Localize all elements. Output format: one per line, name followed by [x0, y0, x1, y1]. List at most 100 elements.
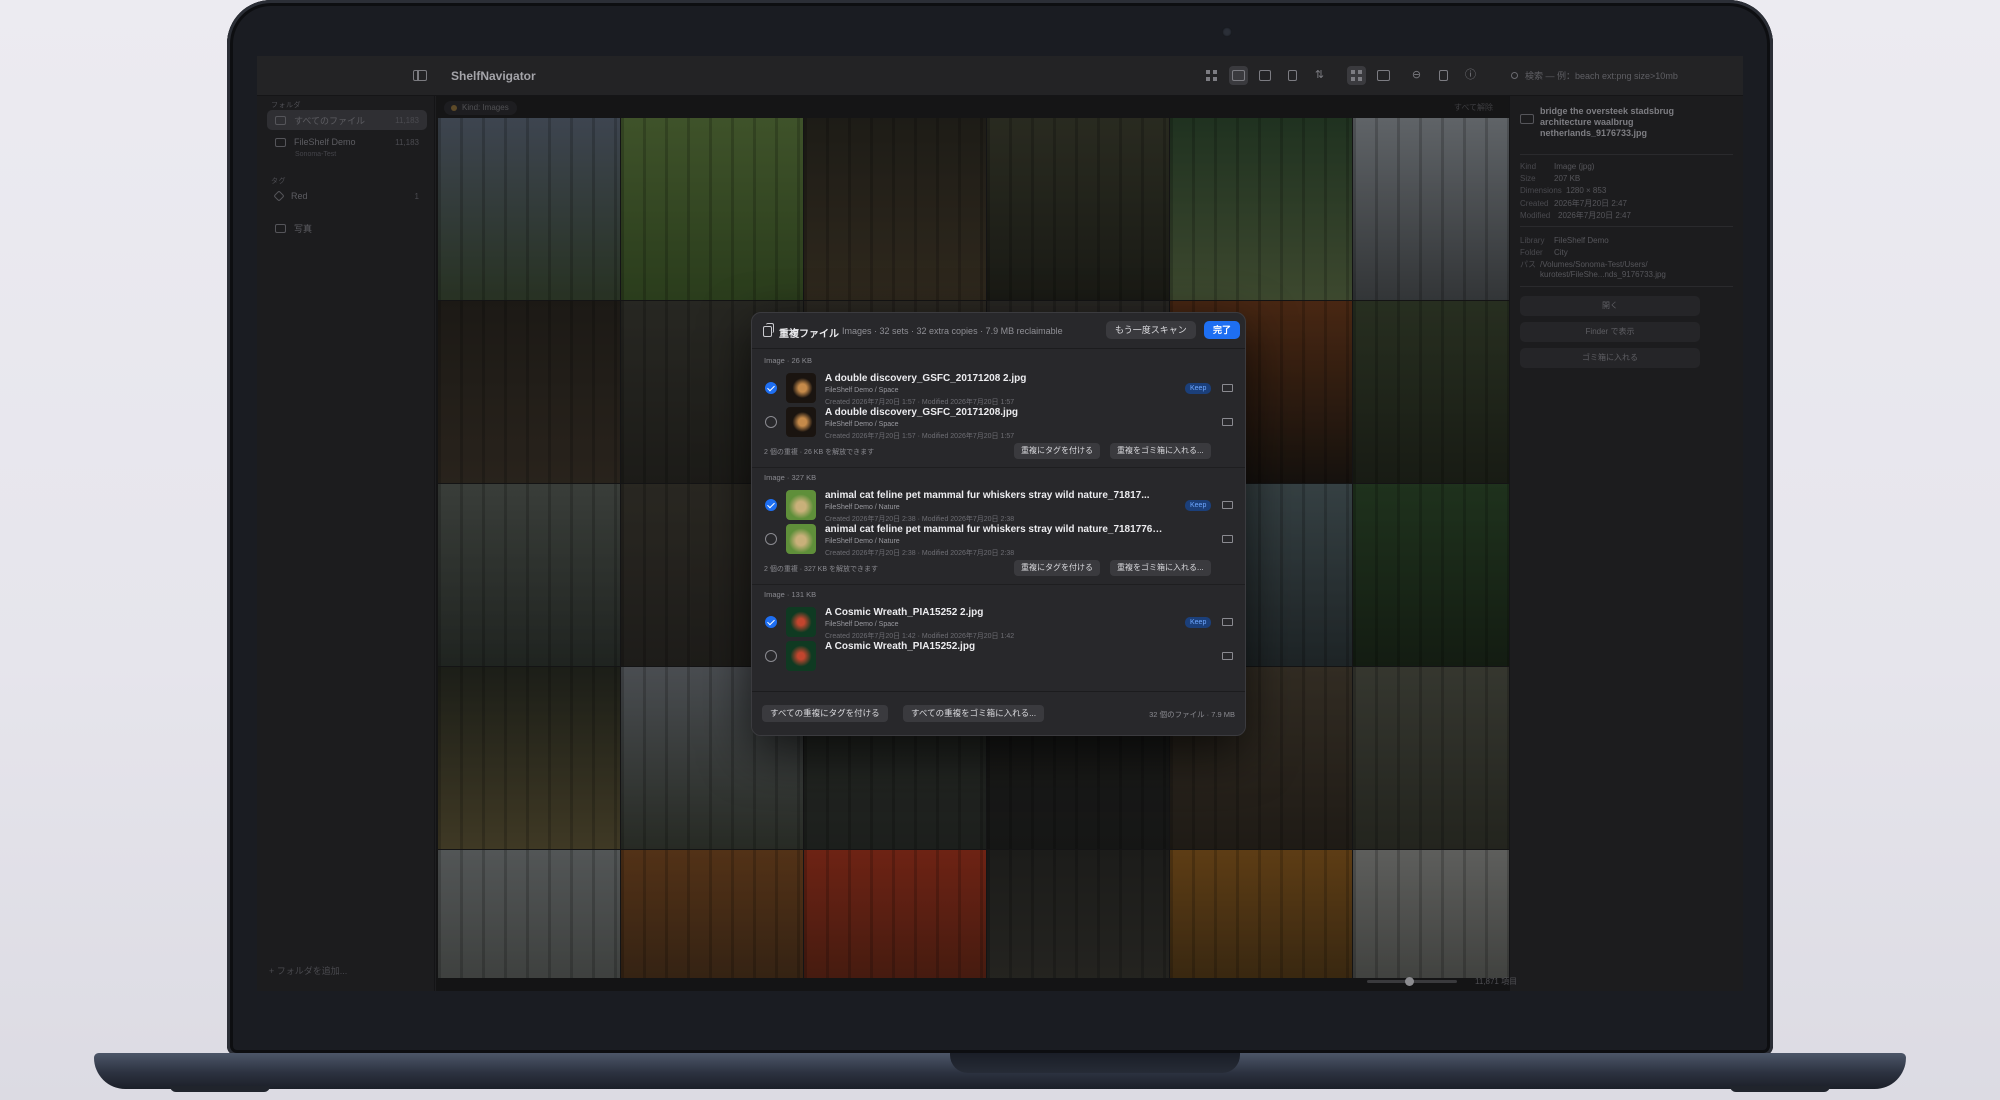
view-mode-controls: ⇅ ⊖ ⓘ — [1202, 66, 1480, 85]
reveal-folder-icon[interactable] — [1222, 384, 1233, 392]
image-view-icon[interactable] — [1229, 66, 1248, 85]
keep-radio[interactable] — [765, 499, 777, 511]
file-thumbnail — [786, 524, 816, 554]
meta-key: Modified — [1520, 211, 1551, 220]
photo-thumbnail[interactable] — [438, 850, 620, 978]
grid-view-icon[interactable] — [1202, 66, 1221, 85]
photo-thumbnail[interactable] — [1170, 118, 1352, 300]
group-reclaim-text: 2 個の重複 · 26 KB を解放できます — [764, 449, 875, 456]
photo-thumbnail[interactable] — [621, 850, 803, 978]
sidebar-toggle-icon[interactable] — [413, 70, 427, 81]
photo-thumbnail[interactable] — [438, 484, 620, 666]
file-thumbnail — [786, 607, 816, 637]
file-thumbnail — [786, 490, 816, 520]
zoom-slider[interactable] — [1367, 977, 1457, 986]
tag-filter-icon[interactable]: ⊖ — [1407, 66, 1426, 85]
meta-key: Dimensions — [1520, 186, 1562, 195]
add-folder-button[interactable]: + フォルダを追加... — [269, 964, 347, 977]
done-button[interactable]: 完了 — [1204, 321, 1241, 339]
trash-duplicates-button[interactable]: 重複をゴミ箱に入れる... — [1110, 560, 1211, 576]
keep-badge: Keep — [1185, 500, 1212, 511]
group-header: Image · 26 KB — [764, 356, 812, 365]
tile-size-icon[interactable] — [1347, 66, 1366, 85]
library-icon — [275, 137, 286, 147]
sidebar-item-all-files[interactable]: すべてのファイル 11,183 — [267, 110, 427, 130]
sidebar-item-label: Red — [291, 191, 308, 201]
clear-filters-button[interactable]: すべて解除 — [1454, 102, 1493, 113]
file-library: FileShelf Demo / Space — [825, 421, 899, 428]
keep-radio[interactable] — [765, 416, 777, 428]
photo-thumbnail[interactable] — [438, 118, 620, 300]
inspector-panel: bridge the oversteek stadsbrug architect… — [1509, 96, 1743, 991]
photo-thumbnail[interactable] — [1353, 667, 1535, 849]
sort-icon[interactable]: ⇅ — [1310, 66, 1329, 85]
keep-radio[interactable] — [765, 533, 777, 545]
keep-radio[interactable] — [765, 382, 777, 394]
reveal-folder-icon[interactable] — [1222, 418, 1233, 426]
photo-thumbnail[interactable] — [1353, 301, 1535, 483]
duplicate-file-row[interactable]: animal cat feline pet mammal fur whisker… — [752, 518, 1245, 560]
search-input[interactable]: 検索 — 例：beach ext:png size>10mb — [1509, 66, 1729, 86]
duplicates-icon[interactable] — [1434, 66, 1453, 85]
photo-thumbnail[interactable] — [1170, 850, 1352, 978]
search-placeholder: 検索 — 例：beach ext:png size>10mb — [1525, 71, 1678, 81]
document-view-icon[interactable] — [1283, 66, 1302, 85]
rescan-button[interactable]: もう一度スキャン — [1106, 321, 1196, 339]
sidebar: フォルダ すべてのファイル 11,183 FileShelf Demo 11,1… — [257, 96, 435, 991]
filmstrip-view-icon[interactable] — [1256, 66, 1275, 85]
toolbar: ShelfNavigator ⇅ ⊖ ⓘ 検索 — 例：beach ext:pn… — [257, 56, 1743, 96]
meta-key: Folder — [1520, 248, 1543, 257]
open-button[interactable]: 開く — [1520, 296, 1700, 316]
keep-radio[interactable] — [765, 650, 777, 662]
item-count: 11,871 項目 — [1475, 977, 1518, 986]
sidebar-item-tag-red[interactable]: Red 1 — [267, 186, 427, 206]
show-in-finder-button[interactable]: Finder で表示 — [1520, 322, 1700, 342]
group-separator — [752, 467, 1245, 468]
duplicates-dialog: 重複ファイル Images · 32 sets · 32 extra copie… — [751, 312, 1246, 736]
reveal-folder-icon[interactable] — [1222, 652, 1233, 660]
photo-thumbnail[interactable] — [1353, 850, 1535, 978]
photo-thumbnail[interactable] — [1353, 118, 1535, 300]
reveal-folder-icon[interactable] — [1222, 535, 1233, 543]
duplicate-file-row[interactable]: A Cosmic Wreath_PIA15252.jpg — [752, 635, 1245, 677]
dialog-footer: すべての重複にタグを付ける すべての重複をゴミ箱に入れる... 32 個のファイ… — [752, 691, 1245, 735]
tag-duplicates-button[interactable]: 重複にタグを付ける — [1014, 443, 1100, 459]
reveal-folder-icon[interactable] — [1222, 618, 1233, 626]
filter-chip-kind[interactable]: Kind: Images — [444, 101, 517, 115]
keep-badge: Keep — [1185, 617, 1212, 628]
keep-radio[interactable] — [765, 616, 777, 628]
photo-thumbnail[interactable] — [621, 118, 803, 300]
file-thumbnail — [786, 641, 816, 671]
divider — [1520, 226, 1733, 227]
meta-value: /Volumes/Sonoma-Test/Users/ kurotest/Fil… — [1540, 260, 1666, 279]
photo-thumbnail[interactable] — [438, 301, 620, 483]
stack-icon[interactable] — [1374, 66, 1393, 85]
move-to-trash-button[interactable]: ゴミ箱に入れる — [1520, 348, 1700, 368]
meta-library: Library FileShelf Demo — [1520, 236, 1609, 245]
photo-thumbnail[interactable] — [987, 850, 1169, 978]
reveal-folder-icon[interactable] — [1222, 501, 1233, 509]
zoom-slider-knob[interactable] — [1405, 977, 1414, 986]
photo-thumbnail[interactable] — [1353, 484, 1535, 666]
trash-duplicates-button[interactable]: 重複をゴミ箱に入れる... — [1110, 443, 1211, 459]
duplicate-file-row[interactable]: A double discovery_GSFC_20171208.jpg Fil… — [752, 401, 1245, 443]
dialog-summary: Images · 32 sets · 32 extra copies · 7.9… — [842, 326, 1063, 336]
file-name: A double discovery_GSFC_20171208 2.jpg — [825, 373, 1027, 384]
photo-thumbnail[interactable] — [804, 118, 986, 300]
trash-all-duplicates-button[interactable]: すべての重複をゴミ箱に入れる... — [903, 705, 1045, 722]
sidebar-item-library[interactable]: FileShelf Demo 11,183 — [267, 132, 427, 152]
photo-thumbnail[interactable] — [987, 118, 1169, 300]
meta-dimensions: Dimensions 1280 × 853 — [1520, 186, 1606, 195]
info-icon[interactable]: ⓘ — [1461, 66, 1480, 85]
image-icon — [1520, 114, 1534, 124]
photo-thumbnail[interactable] — [438, 667, 620, 849]
meta-value: 207 KB — [1554, 174, 1581, 183]
meta-size: Size 207 KB — [1520, 174, 1580, 183]
tag-all-duplicates-button[interactable]: すべての重複にタグを付ける — [762, 705, 888, 722]
meta-value: 2026年7月20日 2:47 — [1554, 199, 1627, 208]
tag-duplicates-button[interactable]: 重複にタグを付ける — [1014, 560, 1100, 576]
meta-value: Image (jpg) — [1554, 162, 1595, 171]
file-library: FileShelf Demo / Space — [825, 387, 899, 394]
sidebar-item-tag-photos[interactable]: 写真 — [267, 218, 427, 238]
photo-thumbnail[interactable] — [804, 850, 986, 978]
